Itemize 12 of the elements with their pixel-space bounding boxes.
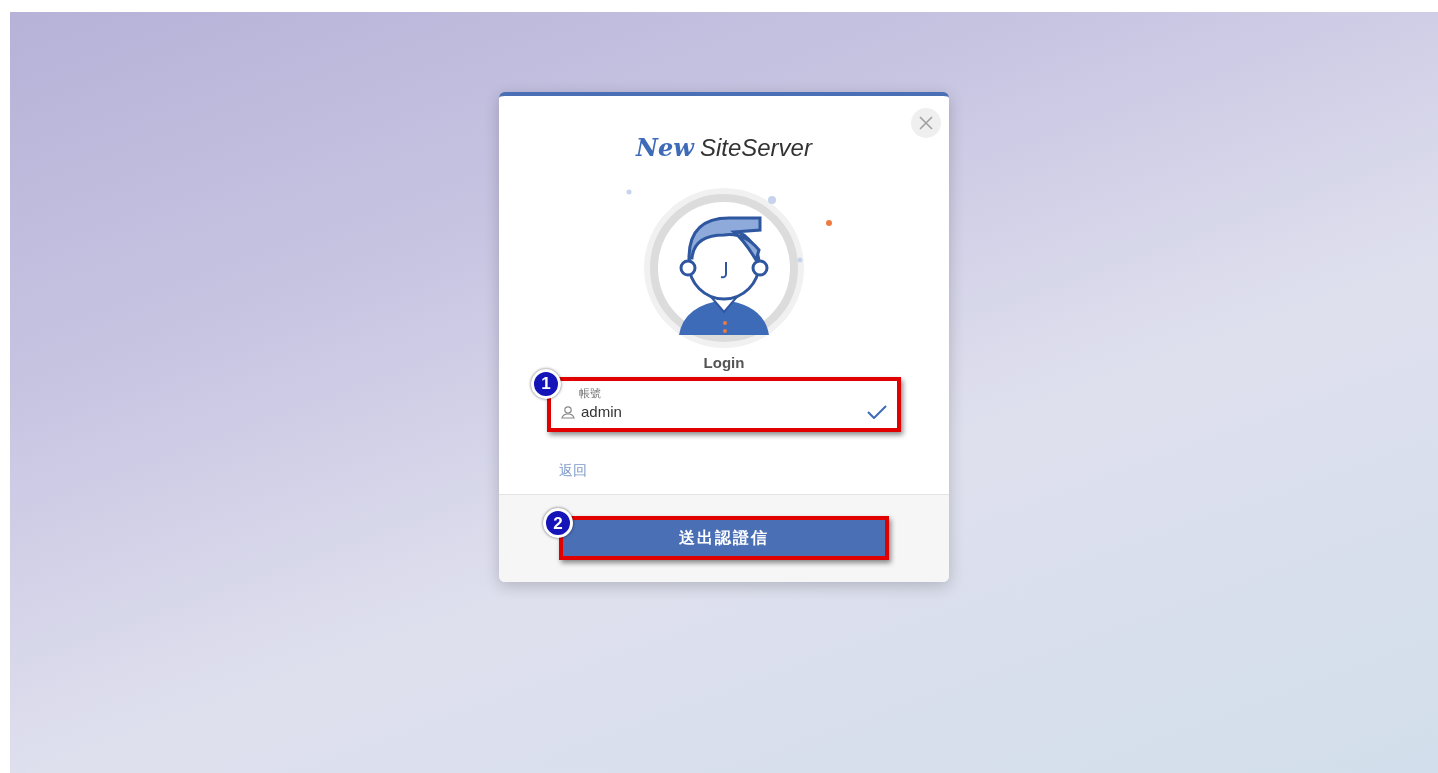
step-number-badge: 2	[543, 508, 573, 539]
submit-button[interactable]: 送出認證信	[563, 520, 885, 557]
field-value: admin	[581, 402, 623, 422]
field-label: 帳號	[578, 385, 602, 401]
login-heading: Login	[703, 353, 745, 373]
user-icon	[561, 405, 575, 420]
back-link[interactable]: 返回	[559, 461, 587, 478]
logo-name: SiteServer	[699, 133, 812, 163]
close-button[interactable]	[911, 108, 941, 138]
account-field[interactable]: 帳號 admin	[561, 384, 887, 424]
logo-script: New	[636, 132, 694, 164]
close-icon	[919, 116, 933, 130]
